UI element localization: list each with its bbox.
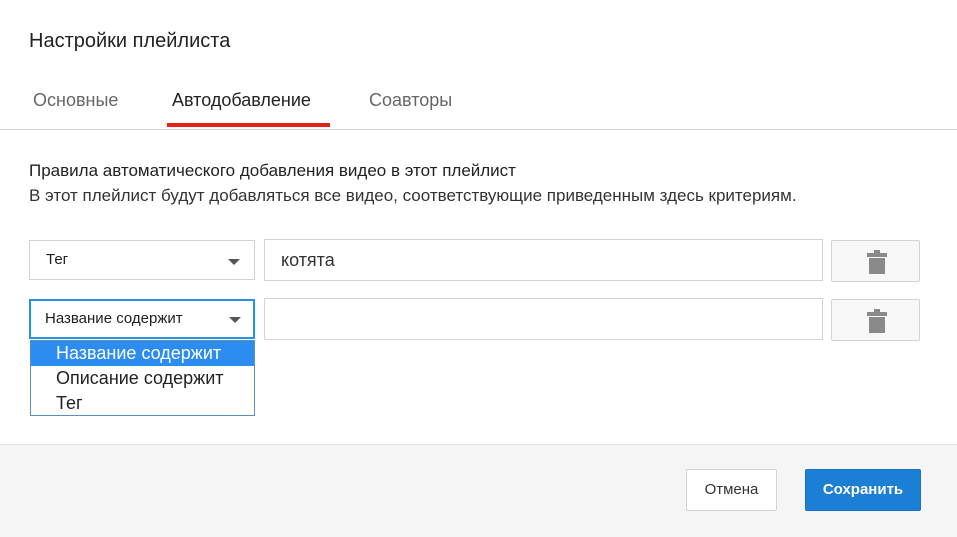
tab-autoadd[interactable]: Автодобавление (172, 90, 311, 111)
rules-description: В этот плейлист будут добавляться все ви… (29, 186, 797, 205)
delete-rule-button[interactable] (831, 240, 920, 282)
rule-condition-select[interactable]: Тег (29, 240, 255, 280)
trash-icon (867, 309, 887, 333)
save-button[interactable]: Сохранить (805, 469, 921, 511)
chevron-down-icon (229, 317, 241, 323)
rule-condition-select[interactable]: Название содержит (29, 299, 255, 339)
dropdown-option-tag[interactable]: Тег (31, 391, 254, 416)
chevron-down-icon (228, 259, 240, 265)
rule-value-input[interactable] (264, 239, 823, 281)
rule-value-input[interactable] (264, 298, 823, 340)
rule-condition-value: Название содержит (45, 310, 183, 327)
tab-bar: Основные Автодобавление Соавторы (0, 84, 957, 130)
trash-icon (867, 250, 887, 274)
dropdown-option-title-contains[interactable]: Название содержит (31, 341, 254, 366)
dialog-footer: Отмена Сохранить (0, 444, 957, 537)
dialog-title: Настройки плейлиста (29, 30, 231, 52)
cancel-button[interactable]: Отмена (686, 469, 777, 511)
tab-basic[interactable]: Основные (33, 90, 118, 111)
active-tab-indicator (167, 123, 330, 127)
playlist-settings-dialog: Настройки плейлиста Основные Автодобавле… (0, 0, 957, 537)
dropdown-option-description-contains[interactable]: Описание содержит (31, 366, 254, 391)
delete-rule-button[interactable] (831, 299, 920, 341)
rules-heading: Правила автоматического добавления видео… (29, 161, 516, 180)
rule-condition-value: Тег (46, 251, 69, 268)
condition-dropdown-list: Название содержит Описание содержит Тег (30, 340, 255, 416)
tab-collaborators[interactable]: Соавторы (369, 90, 452, 111)
